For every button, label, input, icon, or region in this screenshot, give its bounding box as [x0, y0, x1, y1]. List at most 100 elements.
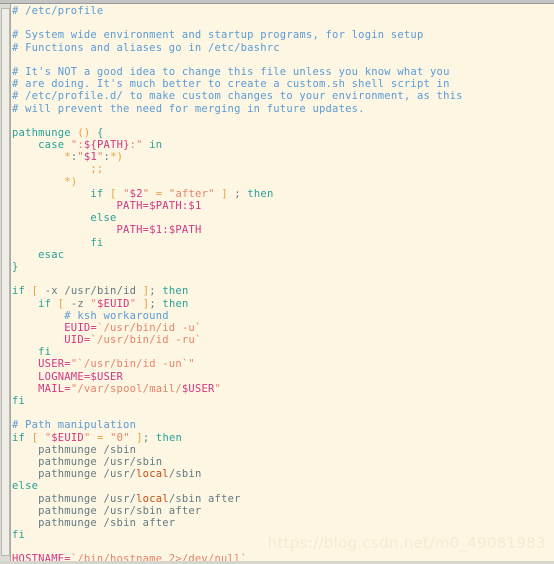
code-token: local [136, 492, 169, 505]
scrollbar-thumb[interactable] [1, 8, 10, 556]
code-line: # ksh workaround [12, 310, 554, 322]
code-token: `/usr/bin/id -u` [96, 321, 202, 334]
code-token: if [90, 187, 104, 200]
code-token: pathmunge [38, 492, 97, 505]
code-token: -z [70, 297, 84, 310]
code-line: if [ -x /usr/bin/id ]; then [12, 285, 554, 297]
code-token: "/var/spool/mail/ [70, 382, 182, 395]
code-line: fi [12, 395, 554, 407]
code-line: # Functions and aliases go in /etc/bashr… [12, 42, 554, 54]
code-line: # Path manipulation [12, 419, 554, 431]
code-token: $1 [83, 151, 97, 164]
code-token: "after" [168, 187, 215, 200]
code-line: ;; [12, 163, 554, 175]
code-token: `/usr/bin/id -ru` [90, 334, 202, 347]
code-token: fi [90, 236, 104, 249]
code-token: pathmunge [38, 504, 97, 517]
code-token: # /etc/profile [12, 5, 104, 17]
code-line: pathmunge () { [12, 127, 554, 139]
code-token: # It's NOT a good idea to change this fi… [12, 65, 450, 78]
code-line: pathmunge /usr/local/sbin after [12, 493, 554, 505]
code-token: $USER [181, 382, 215, 395]
code-line: *) [12, 176, 554, 188]
code-token: } [12, 260, 19, 273]
code-token: $PATH [168, 224, 202, 237]
code-token: /usr/ [96, 468, 137, 481]
code-token: /sbin after [168, 492, 241, 505]
window-top-border [0, 0, 554, 4]
code-line: if [ "$EUID" = "0" ]; then [12, 432, 554, 444]
code-token: # /etc/profile.d/ to make custom changes… [12, 90, 463, 103]
code-token: pathmunge [38, 455, 97, 468]
code-line: else [12, 212, 554, 224]
code-token: $2 [129, 187, 143, 200]
vim-editor-window: # /etc/profile # System wide environment… [0, 0, 554, 564]
code-line: pathmunge /usr/sbin after [12, 505, 554, 517]
code-line: # System wide environment and startup pr… [12, 29, 554, 41]
code-token: then [155, 431, 183, 444]
code-token: esac [38, 248, 65, 261]
code-token: PATH= [116, 224, 150, 237]
code-token: pathmunge [38, 443, 97, 456]
code-token: ;; [90, 163, 104, 176]
code-line: if [ "$2" = "after" ] ; then [12, 188, 554, 200]
code-line: if [ -z "$EUID" ]; then [12, 298, 554, 310]
code-token: /usr/sbin [96, 455, 163, 468]
code-line: EUID=`/usr/bin/id -u` [12, 322, 554, 334]
code-token: # ksh workaround [64, 309, 169, 322]
code-token: pathmunge [38, 516, 97, 529]
vertical-scrollbar[interactable] [0, 4, 11, 564]
code-token: ; [149, 297, 163, 310]
code-token: $EUID [51, 431, 84, 444]
code-line: } [12, 261, 554, 273]
code-line: pathmunge /sbin [12, 444, 554, 456]
code-token: ": [70, 139, 84, 152]
code-text-area[interactable]: # /etc/profile # System wide environment… [12, 5, 554, 561]
code-token: " [214, 382, 222, 395]
code-token: $USER [90, 370, 124, 383]
code-token: ) [116, 151, 124, 164]
code-token: /usr/bin/id [57, 285, 143, 298]
code-token: pathmunge [12, 126, 71, 139]
code-token: USER= [38, 358, 71, 371]
code-token: () [77, 126, 91, 139]
code-line: UID=`/usr/bin/id -ru` [12, 334, 554, 346]
code-line: fi [12, 529, 554, 541]
code-token: /usr/ [96, 492, 137, 505]
code-token: PATH= [116, 200, 150, 212]
code-token: in [149, 139, 163, 152]
code-token: /sbin [168, 468, 202, 481]
code-token: # will prevent the need for merging in f… [12, 102, 365, 115]
code-token: ; [149, 285, 163, 298]
code-token: # Path manipulation [12, 419, 137, 432]
code-token: # are doing. It's much better to create … [12, 78, 450, 91]
code-line: fi [12, 237, 554, 249]
code-token: else [90, 212, 117, 225]
code-line: # /etc/profile.d/ to make custom changes… [12, 90, 554, 102]
code-token: fi [38, 346, 52, 359]
code-token: ${PATH} [83, 139, 130, 152]
code-token: local [136, 468, 169, 481]
code-token: { [96, 126, 104, 139]
code-token: ) [70, 175, 78, 188]
code-token: # Functions and aliases go in /etc/bashr… [12, 41, 280, 54]
code-token: if [38, 297, 52, 310]
code-line: case ":${PATH}:" in [12, 139, 554, 151]
code-token: EUID= [64, 321, 97, 334]
code-line: # will prevent the need for merging in f… [12, 103, 554, 115]
